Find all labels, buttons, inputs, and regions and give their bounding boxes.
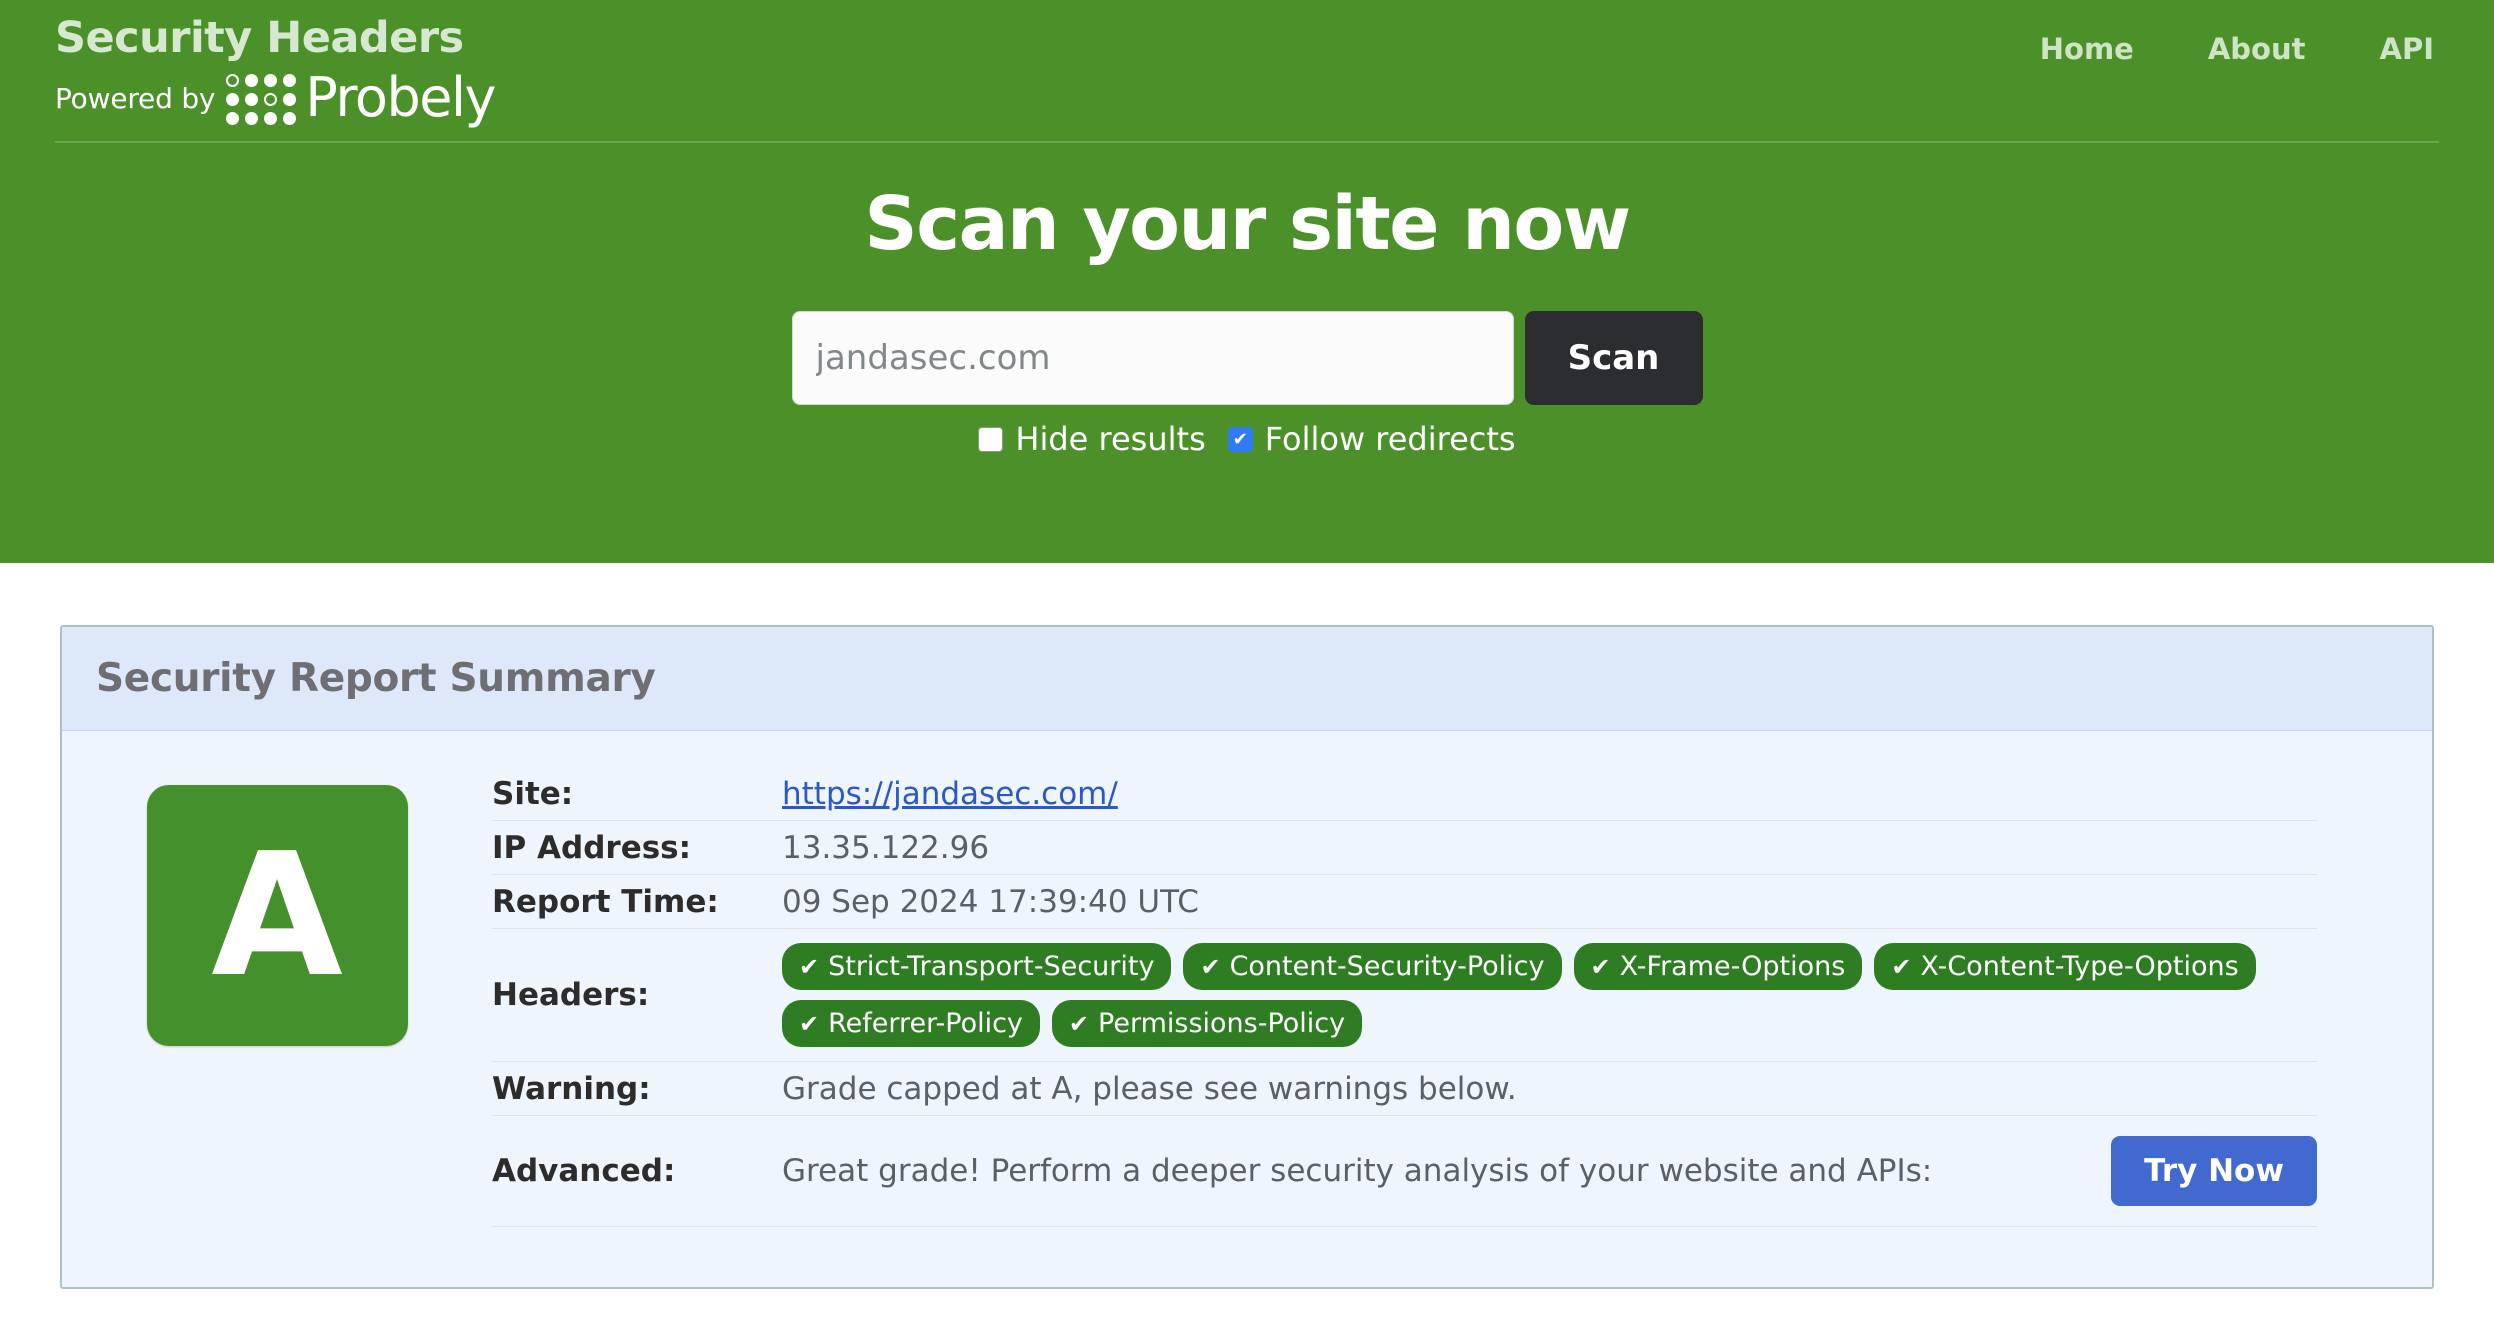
- probely-wordmark: Probely: [305, 66, 496, 130]
- card-title: Security Report Summary: [96, 656, 656, 701]
- hero-banner: Security Headers Powered by Probely Home…: [0, 0, 2494, 563]
- scan-form: Scan: [0, 311, 2494, 406]
- check-icon: ✔: [1891, 952, 1912, 981]
- headers-value: ✔ Strict-Transport-Security ✔ Content-Se…: [782, 937, 2317, 1053]
- check-icon: ✔: [1590, 952, 1611, 981]
- row-headers: Headers: ✔ Strict-Transport-Security ✔ C…: [492, 929, 2317, 1062]
- check-icon: ✔: [799, 952, 820, 981]
- badge-label: X-Frame-Options: [1619, 951, 1846, 982]
- check-icon: ✔: [799, 1009, 820, 1038]
- warning-value: Grade capped at A, please see warnings b…: [782, 1070, 1517, 1107]
- powered-by-label: Powered by: [55, 81, 216, 115]
- report-details: Site: https://jandasec.com/ IP Address: …: [492, 767, 2432, 1227]
- ip-address-label: IP Address:: [492, 829, 692, 866]
- warning-label: Warning:: [492, 1070, 651, 1107]
- badge-label: X-Content-Type-Options: [1920, 951, 2239, 982]
- follow-redirects-checkbox[interactable]: [1227, 426, 1253, 452]
- site-link[interactable]: https://jandasec.com/: [782, 776, 1118, 812]
- brand-block: Security Headers Powered by Probely: [55, 13, 496, 130]
- follow-redirects-label: Follow redirects: [1264, 420, 1516, 459]
- table-row[interactable]: ✔ Content-Security-Policy: [1183, 943, 1562, 990]
- hide-results-label: Hide results: [1015, 420, 1206, 459]
- option-hide-results[interactable]: Hide results: [978, 420, 1206, 459]
- hero-heading: Scan your site now: [864, 181, 1631, 268]
- advanced-bottom-divider: [492, 1226, 2317, 1227]
- table-row[interactable]: ✔ X-Frame-Options: [1573, 943, 1863, 990]
- grade-badge: A: [146, 785, 408, 1046]
- headers-label: Headers:: [492, 977, 650, 1013]
- header-badge-list: ✔ Strict-Transport-Security ✔ Content-Se…: [782, 937, 2317, 1053]
- badge-label: Content-Security-Policy: [1229, 951, 1545, 982]
- advanced-label: Advanced:: [492, 1153, 676, 1189]
- grade-column: A: [62, 767, 492, 1227]
- try-now-button[interactable]: Try Now: [2111, 1136, 2317, 1206]
- security-report-card: Security Report Summary A Site: https://…: [60, 625, 2434, 1289]
- grade-letter: A: [211, 816, 343, 1015]
- report-time-value: 09 Sep 2024 17:39:40 UTC: [782, 883, 1199, 920]
- nav-item-about[interactable]: About: [2208, 32, 2306, 66]
- hide-results-checkbox[interactable]: [978, 426, 1004, 452]
- check-icon: ✔: [1068, 1009, 1090, 1038]
- table-row[interactable]: ✔ X-Content-Type-Options: [1874, 943, 2256, 990]
- site-value: https://jandasec.com/: [782, 776, 2317, 812]
- site-label: Site:: [492, 775, 574, 812]
- site-title: Security Headers: [55, 13, 464, 63]
- table-row[interactable]: ✔ Referrer-Policy: [782, 1000, 1040, 1047]
- option-follow-redirects[interactable]: Follow redirects: [1227, 420, 1516, 459]
- probely-logo: Probely: [226, 66, 496, 130]
- nav-item-api[interactable]: API: [2380, 32, 2435, 66]
- card-header: Security Report Summary: [62, 627, 2432, 731]
- hero-top-bar: Security Headers Powered by Probely Home…: [0, 0, 2494, 125]
- badge-label: Strict-Transport-Security: [828, 951, 1155, 982]
- powered-by-lockup: Powered by Probely: [55, 66, 496, 130]
- badge-label: Permissions-Policy: [1098, 1008, 1346, 1039]
- page-body: Security Report Summary A Site: https://…: [0, 625, 2494, 1289]
- nav-item-home[interactable]: Home: [2040, 32, 2134, 66]
- row-advanced: Advanced: Great grade! Perform a deeper …: [492, 1116, 2317, 1226]
- table-row[interactable]: ✔ Permissions-Policy: [1051, 1000, 1363, 1047]
- scan-url-input[interactable]: [791, 311, 1514, 406]
- scan-options: Hide results Follow redirects: [0, 420, 2494, 458]
- row-report-time: Report Time: 09 Sep 2024 17:39:40 UTC: [492, 875, 2317, 929]
- hero-divider: [55, 141, 2439, 144]
- table-row[interactable]: ✔ Strict-Transport-Security: [782, 943, 1172, 990]
- card-body: A Site: https://jandasec.com/ IP Address…: [62, 731, 2432, 1287]
- check-icon: ✔: [1200, 952, 1221, 981]
- scan-button[interactable]: Scan: [1524, 311, 1703, 406]
- report-time-label: Report Time:: [492, 883, 719, 920]
- ip-address-value: 13.35.122.96: [782, 829, 990, 866]
- row-ip-address: IP Address: 13.35.122.96: [492, 821, 2317, 875]
- row-warning: Warning: Grade capped at A, please see w…: [492, 1062, 2317, 1116]
- row-site: Site: https://jandasec.com/: [492, 767, 2317, 821]
- main-nav: Home About API: [2040, 32, 2434, 66]
- badge-label: Referrer-Policy: [828, 1008, 1023, 1039]
- probely-dot-grid-icon: [226, 73, 297, 125]
- advanced-value: Great grade! Perform a deeper security a…: [782, 1153, 1933, 1189]
